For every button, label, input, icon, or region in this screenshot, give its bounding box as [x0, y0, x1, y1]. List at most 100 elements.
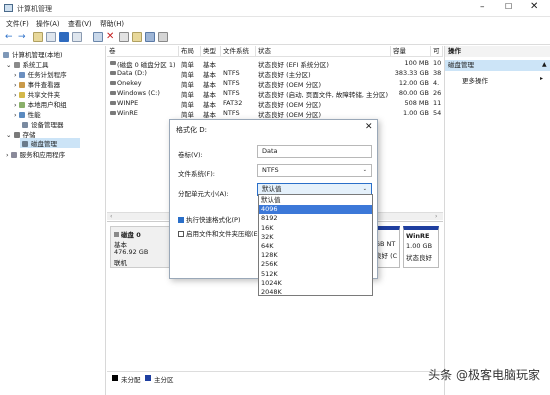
tree-item-performance[interactable]: › 性能 [14, 109, 41, 119]
title-bar: 计算机管理 – ☐ ✕ [0, 0, 550, 17]
volume-label-input[interactable]: Data [257, 145, 372, 158]
table-row[interactable]: WINPE 简单 基本 FAT32 状态良好 (OEM 分区) 508 MB 11 [107, 98, 443, 109]
chevron-down-icon: ⌄ [362, 167, 367, 173]
disk0-info[interactable]: 磁盘 0 基本 476.92 GB 联机 [110, 226, 172, 268]
dropdown-option[interactable]: 1024K [259, 279, 372, 288]
table-cell: 基本 [203, 111, 216, 119]
delete-icon[interactable]: ✕ [106, 32, 116, 42]
table-cell: NTFS [223, 109, 240, 117]
forward-icon[interactable]: → [18, 32, 28, 42]
col-capacity[interactable]: 容量 [391, 46, 431, 57]
properties-icon[interactable] [72, 32, 82, 42]
partition-c-size: GB NT [375, 240, 396, 248]
volume-icon [110, 111, 116, 115]
compress-checkbox[interactable]: 启用文件和文件夹压缩(E) [178, 228, 260, 238]
collapse-icon[interactable]: ▲ [542, 61, 547, 68]
tree-item-event-viewer[interactable]: › 事件查看器 [14, 79, 60, 89]
back-icon[interactable]: ← [5, 32, 15, 42]
tree-system-tools[interactable]: ⌄ 系统工具 [6, 59, 49, 69]
view-icon[interactable] [158, 32, 168, 42]
actions-more[interactable]: 更多操作 [462, 75, 488, 85]
disk-icon [22, 141, 28, 147]
menu-action[interactable]: 操作(A) [36, 18, 60, 28]
table-row[interactable]: (磁盘 0 磁盘分区 1) 简单 基本 状态良好 (EFI 系统分区) 100 MB 10 [107, 58, 443, 69]
help-icon[interactable] [59, 32, 69, 42]
table-row[interactable]: Onekey 简单 基本 NTFS 状态良好 (OEM 分区) 12.00 GB 4. [107, 78, 443, 89]
minimize-button[interactable]: – [480, 2, 485, 12]
dropdown-option[interactable]: 64K [259, 242, 372, 251]
col-filesystem[interactable]: 文件系统 [221, 46, 256, 57]
table-cell: 12.00 GB [398, 79, 429, 87]
table-cell: 38 [433, 69, 442, 77]
services-icon [10, 152, 17, 158]
legend: 未分配 主分区 [107, 371, 443, 384]
actions-pane: 操作 磁盘管理 ▲ 更多操作 ▸ [444, 46, 550, 395]
table-cell: NTFS [223, 89, 240, 97]
menu-file[interactable]: 文件(F) [6, 18, 29, 28]
tree-item-device-manager[interactable]: 设备管理器 [22, 119, 64, 129]
table-row[interactable]: Data (D:) 简单 基本 NTFS 状态良好 (主分区) 383.33 GB 38 [107, 68, 443, 79]
partition-winre[interactable]: WinRE 1.00 GB 状态良好 [403, 226, 439, 268]
table-cell: WinRE [117, 109, 138, 117]
console-icon[interactable] [46, 32, 56, 42]
primary-swatch [145, 375, 151, 381]
tree-item-local-users[interactable]: › 本地用户和组 [14, 99, 67, 109]
table-cell: 80.00 GB [398, 89, 429, 97]
tree-item-task-scheduler[interactable]: › 任务计划程序 [14, 69, 67, 79]
menu-view[interactable]: 查看(V) [68, 18, 92, 28]
partition-winre-name: WinRE [406, 232, 430, 240]
maximize-button[interactable]: ☐ [505, 2, 512, 11]
quick-format-checkbox[interactable]: 执行快速格式化(P) [178, 214, 241, 224]
device-icon [22, 122, 28, 128]
col-free[interactable]: 可 [431, 46, 443, 57]
users-icon [18, 102, 25, 108]
dropdown-option[interactable]: 16K [259, 224, 372, 233]
folder-icon[interactable] [33, 32, 43, 42]
tree-services[interactable]: › 服务和应用程序 [6, 149, 65, 159]
label-filesystem: 文件系统(F): [178, 170, 216, 178]
table-cell: 10 [433, 59, 442, 67]
check-icon[interactable] [119, 32, 129, 42]
table-cell: 26 [433, 89, 442, 97]
col-layout[interactable]: 布局 [179, 46, 201, 57]
legend-unallocated: 未分配 [121, 376, 141, 384]
table-cell: 54 [433, 109, 442, 117]
performance-icon [18, 112, 25, 118]
col-volume[interactable]: 卷 [107, 46, 179, 57]
tree-root[interactable]: 计算机管理(本地) [3, 49, 63, 59]
checkbox-icon [178, 231, 184, 237]
window-title: 计算机管理 [17, 5, 52, 13]
tree-disk-management[interactable]: 磁盘管理 [20, 138, 80, 148]
dropdown-option[interactable]: 32K [259, 233, 372, 242]
dropdown-option[interactable]: 128K [259, 251, 372, 260]
close-button[interactable]: ✕ [530, 1, 538, 12]
dropdown-option[interactable]: 8192 [259, 214, 372, 223]
tree-item-shared-folders[interactable]: › 共享文件夹 [14, 89, 60, 99]
search-icon[interactable] [145, 32, 155, 42]
table-cell: NTFS [223, 69, 240, 77]
volume-icon [110, 81, 116, 85]
connect-icon[interactable] [93, 32, 103, 42]
table-row[interactable]: Windows (C:) 简单 基本 NTFS 状态良好 (启动, 页面文件, 故障转储… [107, 88, 443, 99]
filesystem-select[interactable]: NTFS ⌄ [257, 164, 372, 177]
dropdown-option[interactable]: 默认值 [259, 196, 372, 205]
col-status[interactable]: 状态 [256, 46, 391, 57]
dropdown-option[interactable]: 256K [259, 260, 372, 269]
table-cell: Windows (C:) [117, 89, 160, 97]
more-arrow-icon[interactable]: ▸ [540, 75, 543, 82]
col-type[interactable]: 类型 [201, 46, 221, 57]
dialog-close-icon[interactable]: ✕ [365, 122, 373, 132]
unallocated-swatch [112, 375, 118, 381]
event-icon [18, 82, 25, 88]
dropdown-option[interactable]: 4096 [259, 205, 372, 215]
table-row[interactable]: WinRE 简单 基本 NTFS 状态良好 (OEM 分区) 1.00 GB 54 [107, 108, 443, 119]
scroll-left-icon[interactable]: ‹ [110, 213, 112, 220]
disk-icon [114, 232, 119, 237]
table-cell: Data (D:) [117, 69, 147, 77]
dropdown-option[interactable]: 2048K [259, 288, 372, 297]
menu-help[interactable]: 帮助(H) [100, 18, 124, 28]
dropdown-option[interactable]: 512K [259, 270, 372, 279]
scroll-right-icon[interactable]: › [435, 213, 437, 220]
open-icon[interactable] [132, 32, 142, 42]
actions-disk-management[interactable]: 磁盘管理 [445, 60, 550, 71]
